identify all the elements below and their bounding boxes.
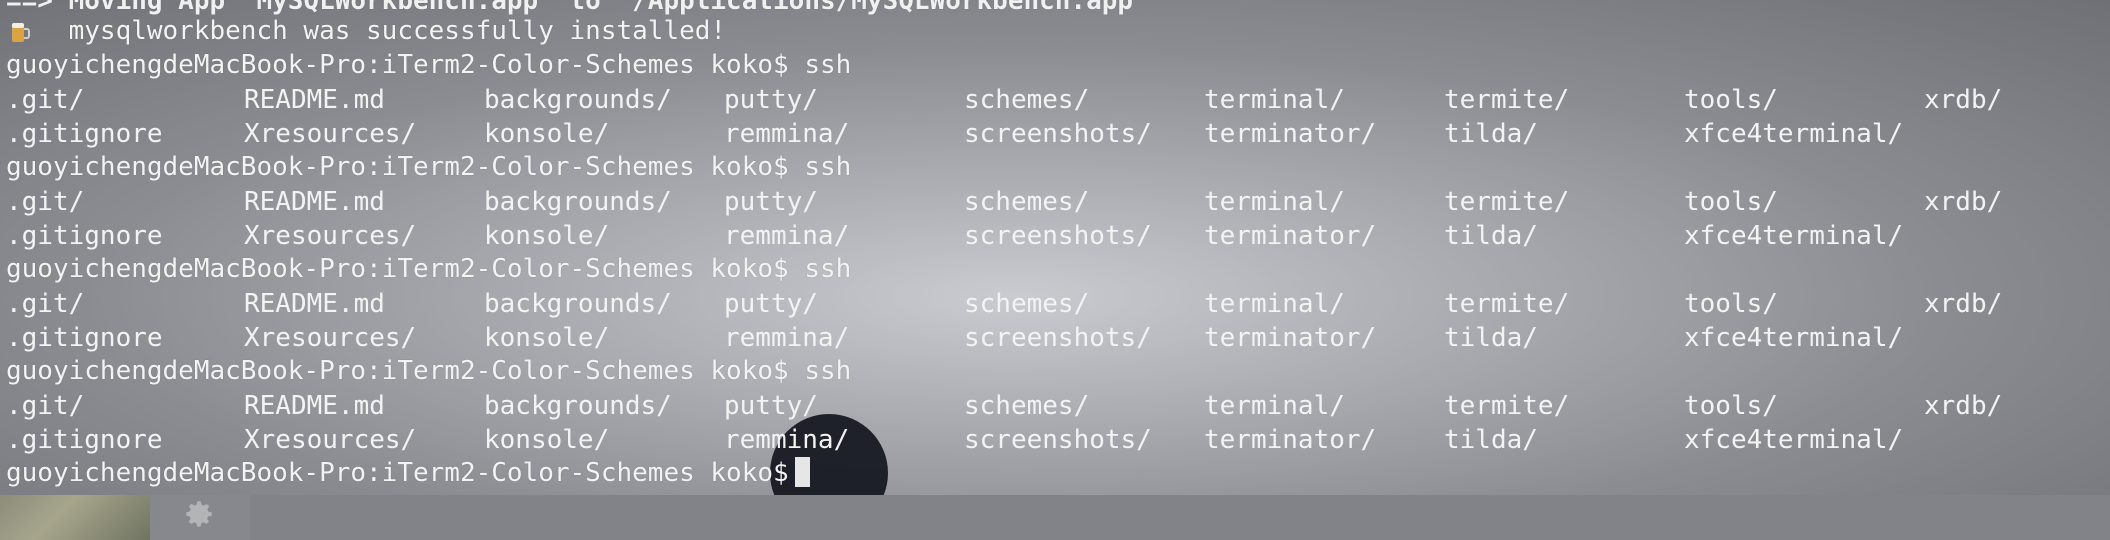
command: ssh [804,50,852,80]
list-item: xfce4terminal/ [1684,425,1904,455]
list-item: Xresources/ [244,323,417,353]
list-item: .git/ [6,85,85,115]
prompt-line: guoyichengdeMacBook-Pro:iTerm2-Color-Sch… [6,252,851,286]
list-item: terminal/ [1204,85,1345,115]
dock-bar [0,495,2110,540]
list-item: .gitignore [6,221,163,251]
list-item: terminal/ [1204,187,1345,217]
list-item: terminator/ [1204,323,1377,353]
list-item: putty/ [724,289,818,319]
list-item: screenshots/ [964,323,1152,353]
list-item: .git/ [6,187,85,217]
list-item: README.md [244,391,385,421]
list-item: Xresources/ [244,221,417,251]
list-item: termite/ [1444,187,1570,217]
list-item: Xresources/ [244,425,417,455]
list-item: backgrounds/ [484,391,672,421]
prompt: guoyichengdeMacBook-Pro:iTerm2-Color-Sch… [6,50,789,80]
list-item: xrdb/ [1924,391,2003,421]
list-item: xrdb/ [1924,85,2003,115]
list-item: putty/ [724,187,818,217]
list-item: konsole/ [484,119,610,149]
list-item: tilda/ [1444,425,1538,455]
list-item: tools/ [1684,391,1778,421]
list-item: termite/ [1444,85,1570,115]
list-item: tools/ [1684,187,1778,217]
list-item: putty/ [724,85,818,115]
list-item: termite/ [1444,289,1570,319]
list-item: xrdb/ [1924,187,2003,217]
dock-strip [250,495,2110,540]
list-item: tools/ [1684,85,1778,115]
prompt: guoyichengdeMacBook-Pro:iTerm2-Color-Sch… [6,152,789,182]
list-item: .git/ [6,391,85,421]
list-item: .git/ [6,289,85,319]
list-item: Xresources/ [244,119,417,149]
list-item: konsole/ [484,323,610,353]
list-item: schemes/ [964,391,1090,421]
list-item: screenshots/ [964,119,1152,149]
list-item: termite/ [1444,391,1570,421]
list-item: backgrounds/ [484,289,672,319]
list-item: remmina/ [724,323,850,353]
prompt: guoyichengdeMacBook-Pro:iTerm2-Color-Sch… [6,254,789,284]
list-item: screenshots/ [964,425,1152,455]
list-item: backgrounds/ [484,187,672,217]
command: ssh [804,254,852,284]
list-item: putty/ [724,391,818,421]
list-item: remmina/ [724,221,850,251]
list-item: tools/ [1684,289,1778,319]
list-item: README.md [244,289,385,319]
list-item: terminator/ [1204,119,1377,149]
desktop-thumbnail[interactable] [0,495,150,540]
list-item: tilda/ [1444,221,1538,251]
list-item: xfce4terminal/ [1684,221,1904,251]
list-item: terminal/ [1204,289,1345,319]
list-item: .gitignore [6,323,163,353]
list-item: xfce4terminal/ [1684,323,1904,353]
terminal-window[interactable]: ==> Moving App 'MySQLWorkbench.app' to '… [0,0,2110,495]
command: ssh [804,356,852,386]
list-item: terminator/ [1204,425,1377,455]
list-item: README.md [244,85,385,115]
prompt-line: guoyichengdeMacBook-Pro:iTerm2-Color-Sch… [6,48,851,82]
active-prompt-line[interactable]: guoyichengdeMacBook-Pro:iTerm2-Color-Sch… [6,456,810,490]
list-item: screenshots/ [964,221,1152,251]
list-item: remmina/ [724,425,850,455]
list-item: xfce4terminal/ [1684,119,1904,149]
list-item: schemes/ [964,289,1090,319]
list-item: .gitignore [6,119,163,149]
list-item: README.md [244,187,385,217]
list-item: konsole/ [484,425,610,455]
list-item: terminal/ [1204,391,1345,421]
list-item: .gitignore [6,425,163,455]
list-item: schemes/ [964,187,1090,217]
list-item: schemes/ [964,85,1090,115]
list-item: backgrounds/ [484,85,672,115]
list-item: tilda/ [1444,323,1538,353]
list-item: terminator/ [1204,221,1377,251]
prompt: guoyichengdeMacBook-Pro:iTerm2-Color-Sch… [6,356,789,386]
command: ssh [804,152,852,182]
install-message: mysqlworkbench was successfully installe… [6,16,727,46]
list-item: konsole/ [484,221,610,251]
gear-icon[interactable] [182,497,216,531]
prompt-line: guoyichengdeMacBook-Pro:iTerm2-Color-Sch… [6,354,851,388]
prompt-line: guoyichengdeMacBook-Pro:iTerm2-Color-Sch… [6,150,851,184]
list-item: tilda/ [1444,119,1538,149]
list-item: xrdb/ [1924,289,2003,319]
prompt: guoyichengdeMacBook-Pro:iTerm2-Color-Sch… [6,458,789,488]
list-item: remmina/ [724,119,850,149]
text-cursor[interactable] [794,457,810,487]
